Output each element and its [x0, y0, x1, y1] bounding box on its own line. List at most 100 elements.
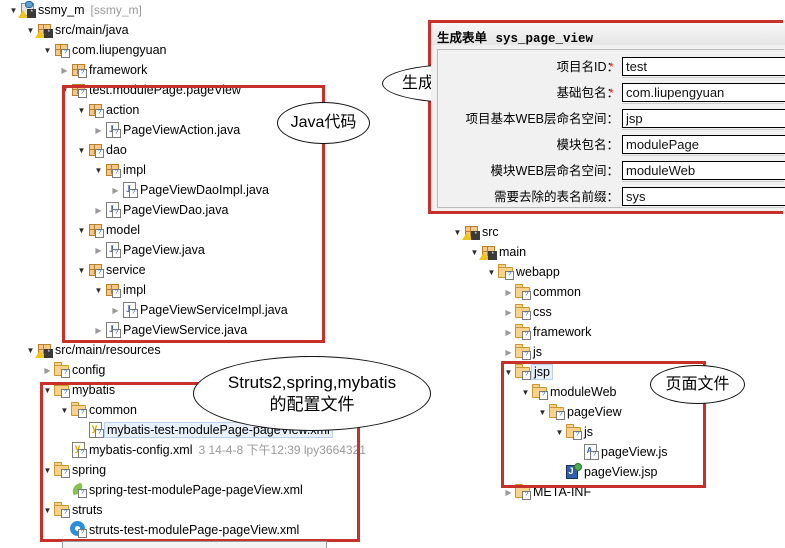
tree-row[interactable]: ▶ config [42, 361, 105, 380]
tree-row[interactable]: ▶ common [503, 283, 581, 302]
tree-row[interactable]: ▶ PageViewAction.java [93, 121, 240, 140]
tree-row[interactable]: ▼ssmy_m[ssmy_m] [8, 1, 142, 20]
tree-row[interactable]: ▶ mybatis-config.xml 3 14-4-8 下午12:39 lpy3… [59, 441, 366, 460]
expand-arrow-open[interactable]: ▼ [76, 141, 87, 160]
form-field-input[interactable] [622, 109, 785, 128]
expand-arrow-open[interactable]: ▼ [554, 423, 565, 442]
tree-row[interactable]: ▼ service [76, 261, 146, 280]
tree-row-label: common [533, 285, 581, 300]
expand-arrow-open[interactable]: ▼ [42, 381, 53, 400]
tree-row-meta: 3 14-4-8 下午12:39 lpy3664321 [198, 443, 366, 457]
expand-arrow-closed[interactable]: ▶ [93, 321, 104, 340]
field-separator [622, 103, 784, 104]
tree-row[interactable]: ▼ action [76, 101, 139, 120]
tree-row[interactable]: ▼src/main/java [25, 21, 129, 40]
callout-java-code-label: Java代码 [290, 114, 357, 131]
expand-arrow-open[interactable]: ▼ [59, 401, 70, 420]
tree-row[interactable]: ▼ pageView [537, 403, 622, 422]
expand-arrow-open[interactable]: ▼ [93, 281, 104, 300]
tree-row[interactable]: ▼ impl [93, 281, 146, 300]
tree-row[interactable]: ▼src/main/resources [25, 341, 161, 360]
expand-arrow-open[interactable]: ▼ [486, 263, 497, 282]
tree-row[interactable]: ▼ dao [76, 141, 127, 160]
form-field-input[interactable] [622, 187, 785, 206]
tree-row-label: framework [533, 325, 592, 340]
tree-row-label: main [499, 245, 527, 260]
required-asterisk: * [609, 86, 614, 100]
expand-arrow-closed[interactable]: ▶ [42, 361, 53, 380]
tree-row-label: webapp [516, 265, 560, 280]
expand-arrow-open[interactable]: ▼ [503, 363, 514, 382]
expand-arrow-closed[interactable]: ▶ [110, 301, 121, 320]
tree-row-label: PageViewService.java [123, 323, 248, 338]
expand-arrow-open[interactable]: ▼ [42, 461, 53, 480]
form-field-input[interactable] [622, 83, 785, 102]
tree-row[interactable]: ▶ META-INF [503, 483, 591, 502]
expand-arrow-closed[interactable]: ▶ [503, 323, 514, 342]
expand-arrow-none: ▶ [59, 521, 70, 540]
tree-row-label: pageView.js [601, 445, 668, 460]
tree-row[interactable]: ▼ moduleWeb [520, 383, 616, 402]
tree-row[interactable]: ▶ framework [503, 323, 591, 342]
folder-icon [548, 403, 565, 420]
tree-row[interactable]: ▶ pageView.jsp [554, 463, 657, 482]
tree-row-label: META-INF [533, 485, 592, 500]
expand-arrow-open[interactable]: ▼ [76, 101, 87, 120]
tree-row-label: pageView [567, 405, 622, 420]
tree-row[interactable]: ▶ css [503, 303, 552, 322]
source-folder-icon [35, 341, 53, 358]
form-field-row: 项目基本WEB层命名空间： [438, 108, 785, 130]
tree-row-label: spring-test-modulePage-pageView.xml [89, 483, 303, 498]
tree-row[interactable]: ▶ pageView.js [571, 443, 668, 462]
expand-arrow-open[interactable]: ▼ [42, 501, 53, 520]
expand-arrow-closed[interactable]: ▶ [110, 181, 121, 200]
tree-row[interactable]: ▶ struts-test-modulePage-pageView.xml [59, 521, 299, 540]
package-icon [70, 81, 87, 98]
clipped-bottom-row [62, 541, 327, 548]
tree-row[interactable]: ▼ struts [42, 501, 103, 520]
tree-row[interactable]: ▼ webapp [486, 263, 560, 282]
expand-arrow-closed[interactable]: ▶ [503, 283, 514, 302]
expand-arrow-closed[interactable]: ▶ [503, 303, 514, 322]
expand-arrow-open[interactable]: ▼ [93, 161, 104, 180]
folder-icon [53, 361, 70, 378]
expand-arrow-closed[interactable]: ▶ [503, 483, 514, 502]
expand-arrow-open[interactable]: ▼ [42, 41, 53, 60]
tree-row[interactable]: ▼src [452, 223, 499, 242]
tree-row[interactable]: ▼ model [76, 221, 140, 240]
tree-row[interactable]: ▶ js [503, 343, 542, 362]
tree-row[interactable]: ▼ spring [42, 461, 106, 480]
form-field-input[interactable] [622, 57, 785, 76]
expand-arrow-open[interactable]: ▼ [537, 403, 548, 422]
tree-row[interactable]: ▶ framework [59, 61, 147, 80]
expand-arrow-closed[interactable]: ▶ [503, 343, 514, 362]
folder-icon [514, 303, 531, 320]
form-field-input[interactable] [622, 161, 785, 180]
tree-row[interactable]: ▶ spring-test-modulePage-pageView.xml [59, 481, 303, 500]
expand-arrow-open[interactable]: ▼ [76, 261, 87, 280]
expand-arrow-closed[interactable]: ▶ [93, 201, 104, 220]
expand-arrow-open[interactable]: ▼ [520, 383, 531, 402]
tree-row[interactable]: ▶ PageViewServiceImpl.java [110, 301, 288, 320]
tree-row[interactable]: ▼ impl [93, 161, 146, 180]
expand-arrow-closed[interactable]: ▶ [93, 121, 104, 140]
expand-arrow-open[interactable]: ▼ [59, 81, 70, 100]
tree-row[interactable]: ▼ mybatis [42, 381, 115, 400]
tree-row[interactable]: ▼main [469, 243, 526, 262]
tree-row[interactable]: ▼ common [59, 401, 137, 420]
expand-arrow-open[interactable]: ▼ [76, 221, 87, 240]
form-field-input[interactable] [622, 135, 785, 154]
project-icon [18, 1, 36, 18]
expand-arrow-closed[interactable]: ▶ [93, 241, 104, 260]
tree-row[interactable]: ▼ js [554, 423, 593, 442]
tree-row[interactable]: ▶ PageView.java [93, 241, 205, 260]
struts-file-icon [70, 521, 87, 538]
tree-row[interactable]: ▶ PageViewService.java [93, 321, 247, 340]
tree-row[interactable]: ▼ test.modulePage.pageView [59, 81, 241, 100]
tree-row[interactable]: ▼ jsp [503, 363, 553, 382]
tree-row[interactable]: ▶ PageViewDao.java [93, 201, 228, 220]
tree-row[interactable]: ▼ com.liupengyuan [42, 41, 167, 60]
expand-arrow-closed[interactable]: ▶ [59, 61, 70, 80]
tree-row[interactable]: ▶ PageViewDaoImpl.java [110, 181, 269, 200]
folder-icon [531, 383, 548, 400]
